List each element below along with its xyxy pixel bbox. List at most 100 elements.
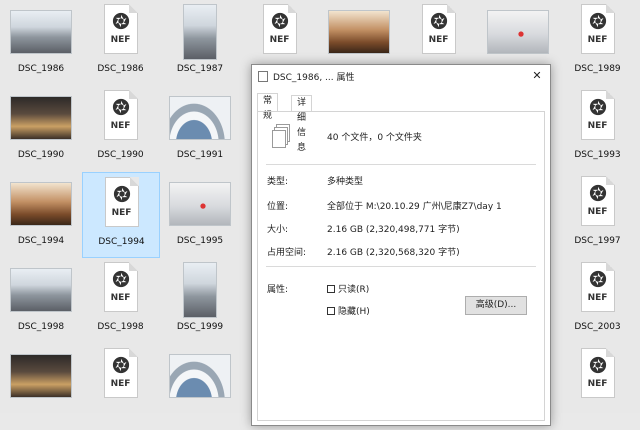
tab-details[interactable]: 详细信息 [291, 95, 313, 153]
nef-label: NEF [587, 293, 608, 303]
type-value: 多种类型 [327, 177, 364, 187]
file-item[interactable]: DSC_1999 [161, 258, 239, 344]
nef-file-icon: NEF [580, 90, 615, 140]
attributes-label: 属性: [267, 285, 289, 295]
nef-file-icon: NEF [580, 348, 615, 398]
file-name: DSC_1999 [176, 322, 224, 332]
dialog-titlebar[interactable]: DSC_1986, ... 属性 [252, 65, 550, 87]
tab-general[interactable]: 常规 [257, 93, 279, 121]
photo-thumbnail [10, 354, 72, 398]
location-label: 位置: [267, 202, 289, 212]
nef-label: NEF [428, 35, 449, 45]
nef-file-icon: NEF [580, 262, 615, 312]
nef-label: NEF [110, 35, 131, 45]
divider [266, 266, 536, 267]
nef-label: NEF [587, 35, 608, 45]
file-item[interactable]: NEF DSC_1998 [82, 258, 160, 344]
file-item[interactable]: DSC_1995 [161, 172, 239, 258]
disk-size-label: 占用空间: [267, 248, 307, 258]
file-name: DSC_1990 [97, 150, 144, 160]
photo-thumbnail [487, 10, 549, 54]
nef-file-icon: NEF [262, 4, 297, 54]
nef-label: NEF [110, 379, 131, 389]
file-item[interactable]: DSC_1991 [161, 86, 239, 172]
checkbox-icon [327, 284, 335, 293]
file-name: DSC_1991 [176, 150, 224, 160]
size-label: 大小: [267, 225, 289, 235]
checkbox-icon [327, 306, 335, 315]
photo-thumbnail [183, 262, 217, 318]
close-icon[interactable]: ✕ [528, 67, 546, 85]
file-item[interactable]: DSC_1990 [2, 86, 80, 172]
photo-thumbnail [183, 4, 217, 60]
properties-dialog: DSC_1986, ... 属性 ✕ 常规 详细信息 40 个文件，0 个文件夹… [251, 64, 551, 426]
file-name: DSC_2003 [574, 322, 621, 332]
file-name: DSC_1993 [574, 150, 621, 160]
nef-file-icon: NEF [103, 348, 138, 398]
nef-file-icon: NEF [421, 4, 456, 54]
photo-thumbnail [10, 10, 72, 54]
file-name: DSC_1998 [97, 322, 144, 332]
file-name: DSC_1989 [574, 64, 621, 74]
readonly-label: 只读(R) [338, 285, 370, 295]
nef-label: NEF [587, 207, 608, 217]
file-item[interactable]: NEF DSC_2003 [559, 258, 637, 344]
divider [266, 164, 536, 165]
nef-label: NEF [587, 379, 608, 389]
nef-file-icon: NEF [104, 177, 139, 227]
nef-file-icon: NEF [103, 4, 138, 54]
file-name: DSC_1997 [574, 236, 621, 246]
photo-thumbnail [10, 182, 72, 226]
file-item[interactable]: NEF DSC_1989 [559, 0, 637, 86]
file-name: DSC_1995 [176, 236, 224, 246]
disk-size-value: 2.16 GB (2,320,568,320 字节) [327, 248, 460, 258]
nef-file-icon: NEF [580, 176, 615, 226]
hidden-label: 隐藏(H) [338, 307, 370, 317]
photo-thumbnail [10, 268, 72, 312]
file-item[interactable]: NEF [82, 344, 160, 430]
file-name: DSC_1994 [98, 237, 145, 247]
file-item[interactable]: DSC_1986 [2, 0, 80, 86]
file-item[interactable] [2, 344, 80, 430]
file-item[interactable]: NEF DSC_1994 [81, 172, 160, 258]
nef-label: NEF [269, 35, 290, 45]
nef-label: NEF [111, 208, 132, 218]
type-label: 类型: [267, 177, 289, 187]
nef-file-icon: NEF [103, 262, 138, 312]
file-item[interactable]: DSC_1998 [2, 258, 80, 344]
photo-thumbnail [169, 96, 231, 140]
nef-label: NEF [110, 293, 131, 303]
file-name: DSC_1986 [17, 64, 65, 74]
photo-thumbnail [10, 96, 72, 140]
file-item[interactable]: NEF DSC_1997 [559, 172, 637, 258]
photo-thumbnail [169, 354, 231, 398]
file-item[interactable]: NEF DSC_1990 [82, 86, 160, 172]
file-name: DSC_1986 [97, 64, 144, 74]
nef-label: NEF [587, 121, 608, 131]
file-item[interactable]: NEF DSC_1986 [82, 0, 160, 86]
nef-file-icon: NEF [580, 4, 615, 54]
file-item[interactable]: DSC_1994 [2, 172, 80, 258]
dialog-title: DSC_1986, ... 属性 [273, 72, 355, 83]
file-item[interactable] [161, 344, 239, 430]
advanced-button[interactable]: 高级(D)... [465, 296, 527, 315]
nef-label: NEF [110, 121, 131, 131]
general-panel: 40 个文件，0 个文件夹 类型: 多种类型 位置: 全部位于 M:\20.10… [257, 111, 545, 421]
file-item[interactable]: NEF [559, 344, 637, 430]
file-name: DSC_1987 [176, 64, 224, 74]
file-icon [258, 70, 268, 82]
file-name: DSC_1990 [17, 150, 65, 160]
file-item[interactable]: NEF DSC_1993 [559, 86, 637, 172]
file-count-summary: 40 个文件，0 个文件夹 [327, 133, 422, 143]
hidden-checkbox[interactable]: 隐藏(H) [327, 304, 370, 317]
file-name: DSC_1998 [17, 322, 65, 332]
multiple-files-icon [272, 124, 292, 148]
file-item[interactable]: DSC_1987 [161, 0, 239, 86]
file-name: DSC_1994 [17, 236, 65, 246]
size-value: 2.16 GB (2,320,498,771 字节) [327, 225, 460, 235]
readonly-checkbox[interactable]: 只读(R) [327, 282, 369, 295]
photo-thumbnail [169, 182, 231, 226]
location-value: 全部位于 M:\20.10.29 广州\尼康Z7\day 1 [327, 202, 502, 212]
nef-file-icon: NEF [103, 90, 138, 140]
photo-thumbnail [328, 10, 390, 54]
